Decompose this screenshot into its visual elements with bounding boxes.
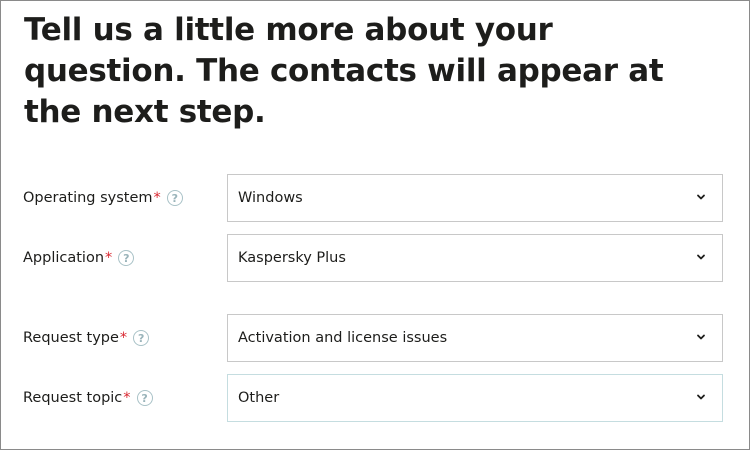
chevron-down-icon: [697, 254, 705, 260]
chevron-down-icon: [697, 334, 705, 340]
application-select[interactable]: Kaspersky Plus: [227, 234, 723, 282]
required-asterisk: *: [119, 330, 128, 346]
request-type-select[interactable]: Activation and license issues: [227, 314, 723, 362]
select-value: Kaspersky Plus: [238, 250, 346, 266]
chevron-down-icon: [697, 394, 705, 400]
form-row-operating-system: Operating system * ? Windows: [0, 174, 750, 222]
chevron-down-icon: [697, 194, 705, 200]
field-label-text: Operating system: [23, 190, 153, 206]
page-title: Tell us a little more about your questio…: [24, 12, 664, 130]
select-value: Other: [238, 390, 280, 406]
form-row-application: Application * ? Kaspersky Plus: [0, 234, 750, 282]
required-asterisk: *: [153, 190, 161, 206]
field-label-request-type: Request type * ?: [23, 314, 150, 362]
field-label-operating-system: Operating system * ?: [23, 174, 183, 222]
operating-system-select[interactable]: Windows: [227, 174, 723, 222]
form-row-request-topic: Request topic * ? Other: [0, 374, 750, 422]
form-row-request-type: Request type * ? Activation and license i…: [0, 314, 750, 362]
request-topic-select[interactable]: Other: [227, 374, 723, 422]
field-label-text: Request topic: [23, 390, 123, 406]
help-icon[interactable]: ?: [136, 390, 153, 406]
field-label-application: Application * ?: [23, 234, 135, 282]
field-label-request-topic: Request topic * ?: [23, 374, 153, 422]
required-asterisk: *: [123, 390, 131, 406]
select-value: Windows: [238, 190, 303, 206]
help-icon[interactable]: ?: [166, 190, 183, 206]
required-asterisk: *: [105, 250, 113, 266]
field-label-text: Application: [23, 250, 105, 266]
help-icon[interactable]: ?: [118, 250, 135, 266]
field-label-text: Request type: [23, 330, 119, 346]
select-value: Activation and license issues: [238, 330, 448, 346]
help-icon[interactable]: ?: [133, 330, 150, 346]
